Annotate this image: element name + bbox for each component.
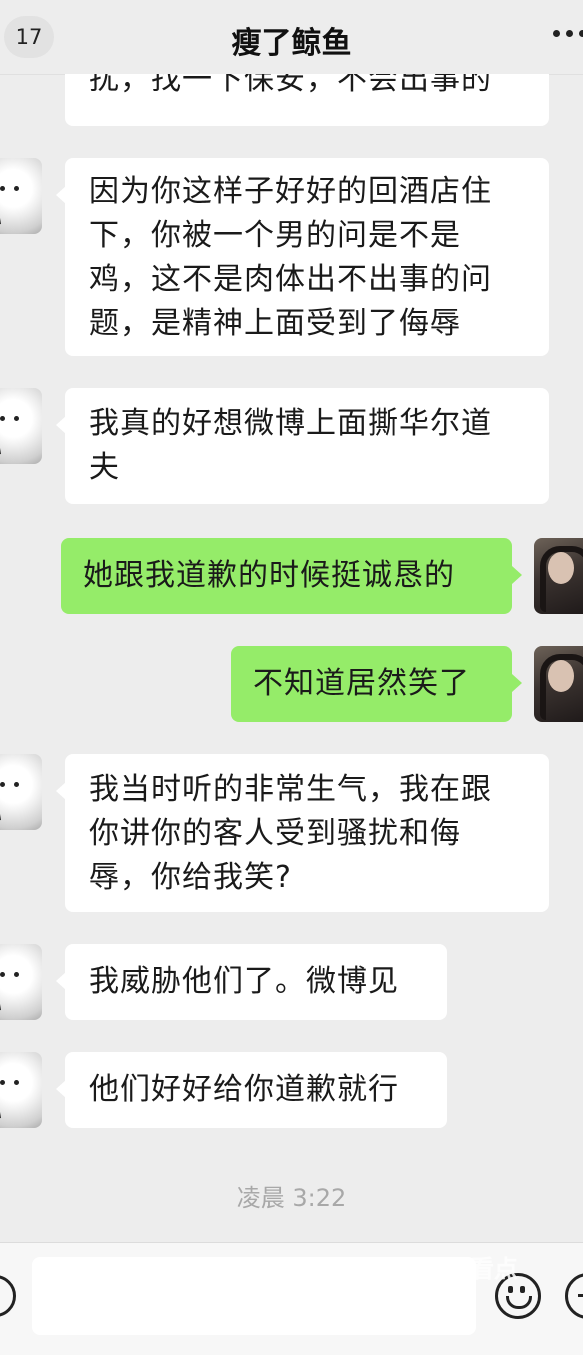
plus-icon[interactable]: [565, 1273, 583, 1319]
message-text: 我真的好想微博上面撕华尔道 夫: [89, 406, 492, 485]
message-text: 他们好好给你道歉就行: [89, 1072, 399, 1107]
message-list[interactable]: 扰，找一下保安，不会出事的 因为你这样子好好的回酒店住 下，你被一个男的问是不是…: [0, 74, 583, 1242]
message-text: 不知道居然笑了: [253, 666, 470, 701]
message-input[interactable]: [32, 1257, 476, 1335]
dog-avatar[interactable]: [0, 158, 42, 234]
dog-avatar[interactable]: [0, 754, 42, 830]
message-text: 她跟我道歉的时候挺诚恳的: [83, 558, 455, 593]
girl-avatar[interactable]: [534, 646, 583, 722]
message-text: 我威胁他们了。微博见: [89, 964, 399, 999]
message-bubble-outgoing[interactable]: 不知道居然笑了: [231, 646, 512, 722]
chat-header: 17 瘦了鲸鱼: [0, 0, 583, 75]
dog-avatar[interactable]: [0, 388, 42, 464]
dog-avatar[interactable]: [0, 944, 42, 1020]
message-bubble-outgoing[interactable]: 她跟我道歉的时候挺诚恳的: [61, 538, 512, 614]
dog-avatar[interactable]: [0, 1052, 42, 1128]
message-bubble-incoming[interactable]: 他们好好给你道歉就行: [65, 1052, 447, 1128]
bubble-tail: [512, 674, 522, 692]
message-text: 扰，找一下保安，不会出事的: [89, 74, 492, 97]
watermark-text: 看点: [470, 1255, 518, 1283]
bubble-tail: [512, 566, 522, 584]
voice-icon[interactable]: [0, 1275, 16, 1317]
message-bubble-incoming[interactable]: 我威胁他们了。微博见: [65, 944, 447, 1020]
message-text: 我当时听的非常生气，我在跟 你讲你的客人受到骚扰和侮 辱，你给我笑?: [89, 772, 492, 895]
girl-avatar[interactable]: [534, 538, 583, 614]
message-bubble-incoming[interactable]: 因为你这样子好好的回酒店住 下，你被一个男的问是不是 鸡，这不是肉体出不出事的问…: [65, 158, 549, 356]
input-bar: 看点: [0, 1242, 583, 1355]
message-text: 因为你这样子好好的回酒店住 下，你被一个男的问是不是 鸡，这不是肉体出不出事的问…: [89, 174, 492, 341]
message-bubble-incoming[interactable]: 扰，找一下保安，不会出事的: [65, 74, 549, 126]
message-timestamp: 凌晨 3:22: [236, 1184, 347, 1212]
message-bubble-incoming[interactable]: 我真的好想微博上面撕华尔道 夫: [65, 388, 549, 504]
more-dots-icon[interactable]: [553, 26, 583, 40]
message-bubble-incoming[interactable]: 我当时听的非常生气，我在跟 你讲你的客人受到骚扰和侮 辱，你给我笑?: [65, 754, 549, 912]
chat-title: 瘦了鲸鱼: [231, 26, 352, 61]
